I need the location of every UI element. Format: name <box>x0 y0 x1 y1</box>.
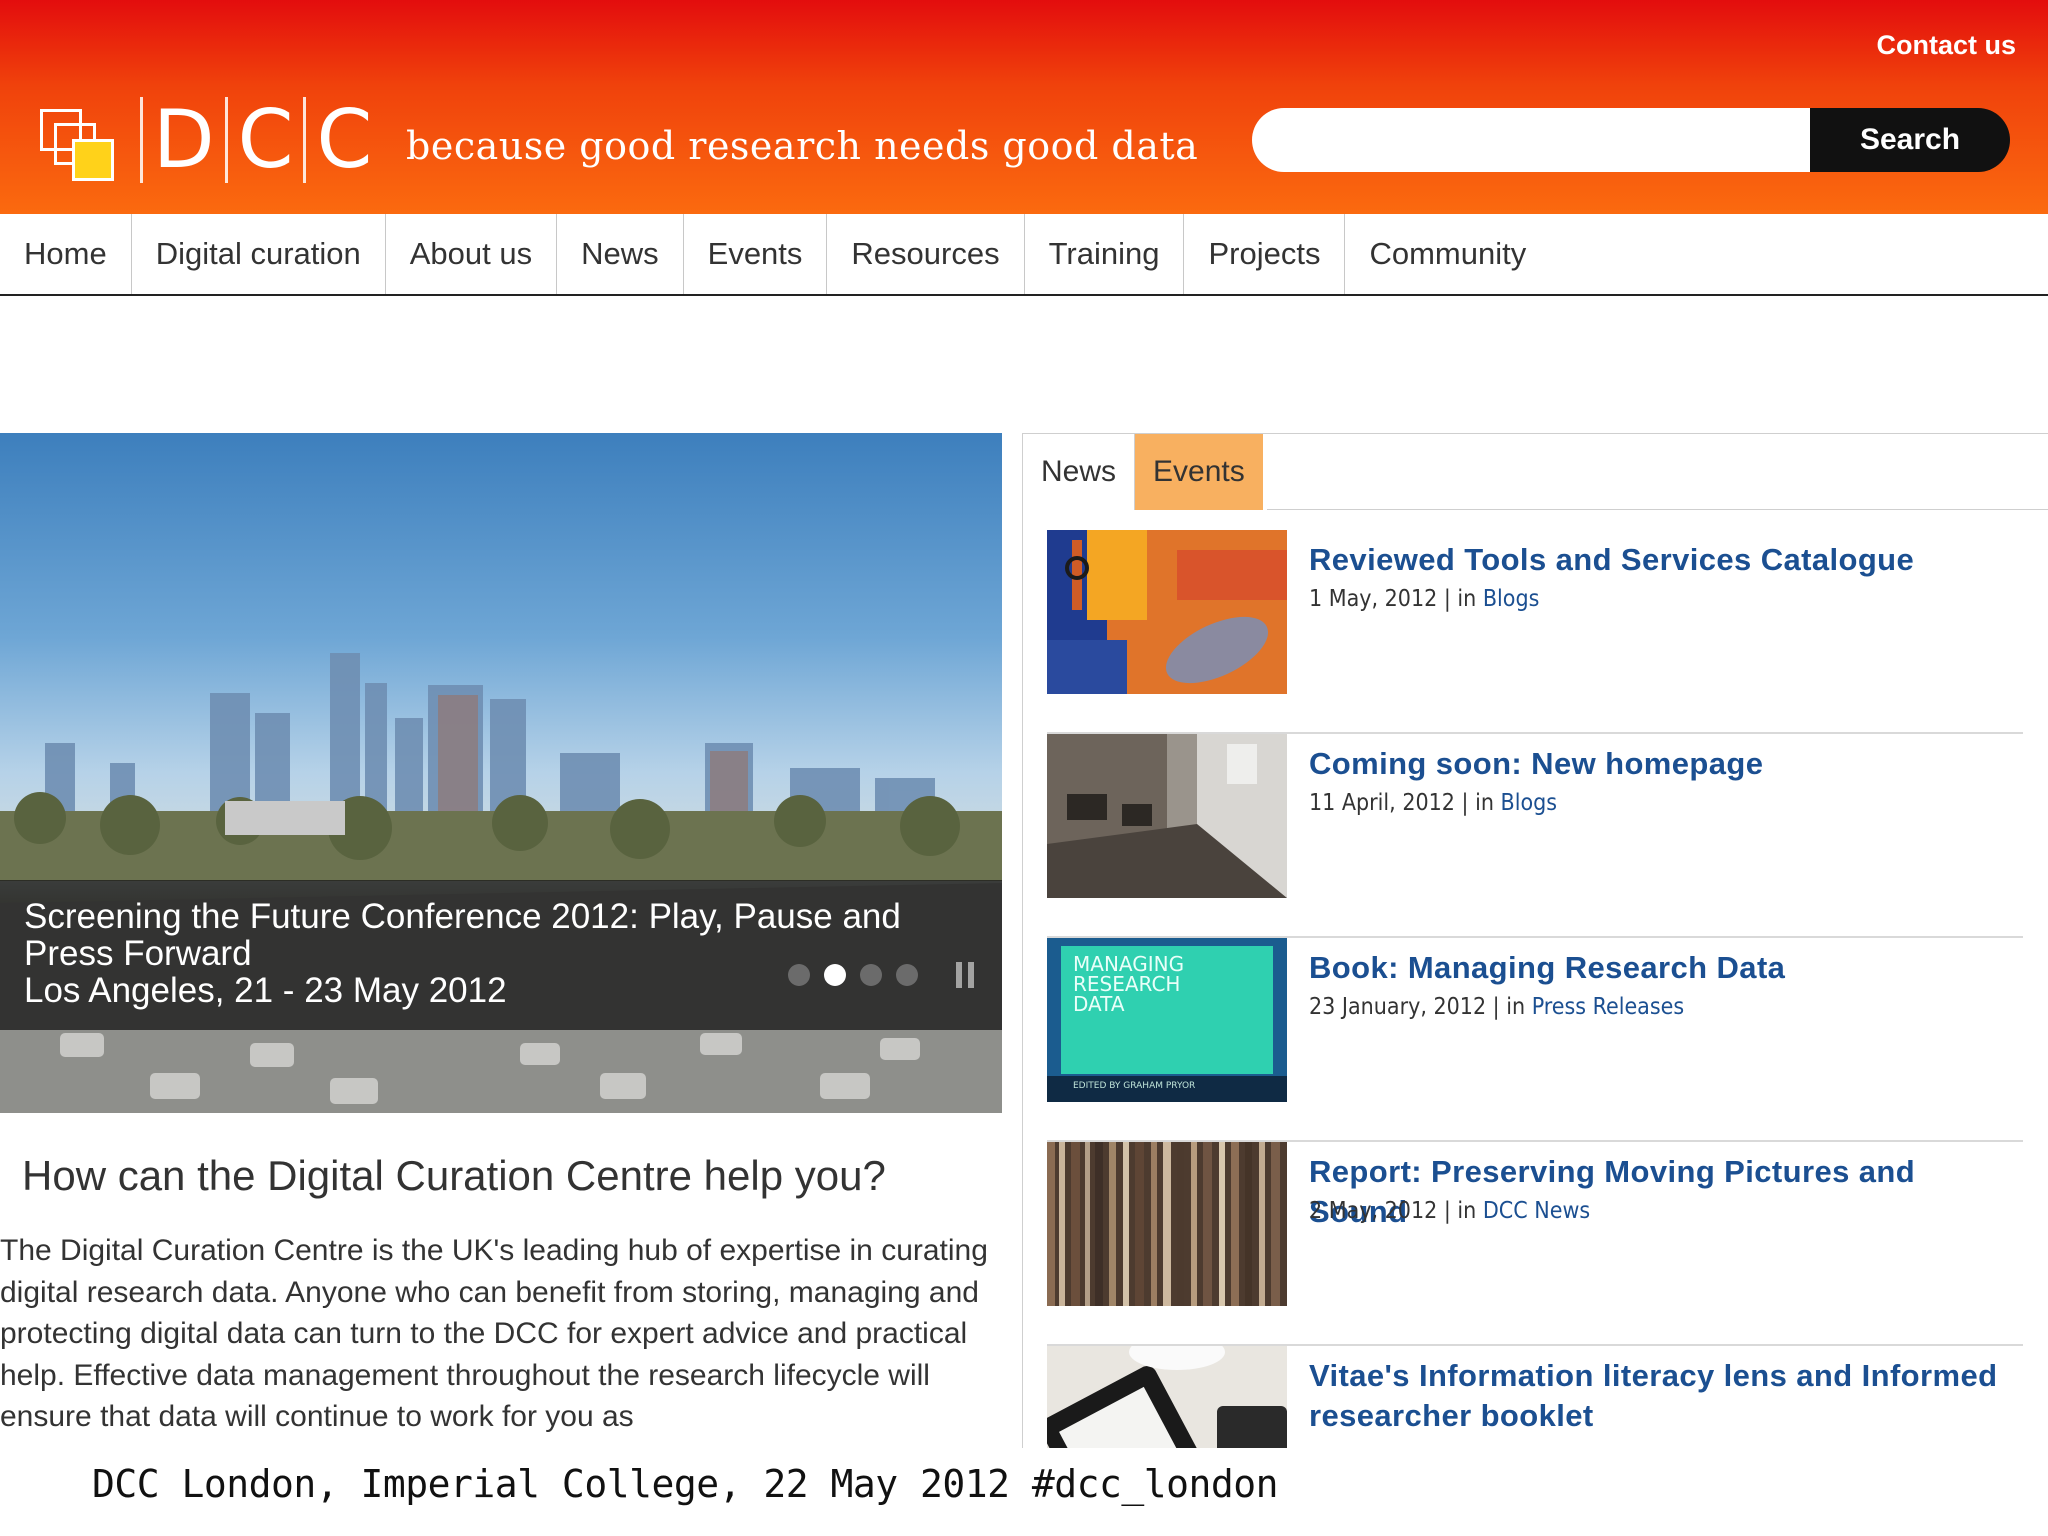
slide-dots <box>788 964 918 986</box>
news-item: MANAGING RESEARCH DATA EDITED BY GRAHAM … <box>1047 938 2023 1142</box>
pause-icon[interactable] <box>956 962 976 988</box>
hero-caption[interactable]: Screening the Future Conference 2012: Pl… <box>0 880 1002 1030</box>
news-item-category-link[interactable]: Press Releases <box>1532 994 1684 1020</box>
news-item-title[interactable]: Coming soon: New homepage <box>1309 744 2019 784</box>
search-input[interactable] <box>1252 108 1810 172</box>
logo-wordmark: D C C <box>130 97 372 183</box>
logo-letter-d: D <box>153 93 215 186</box>
nav-item-digital-curation[interactable]: Digital curation <box>132 214 386 294</box>
book-cover-image[interactable]: MANAGING RESEARCH DATA EDITED BY GRAHAM … <box>1047 938 1287 1102</box>
tab-events[interactable]: Events <box>1135 434 1263 510</box>
search-form: Search <box>1252 108 2010 172</box>
site-tagline: because good research needs good data <box>406 124 1199 168</box>
nav-item-about-us[interactable]: About us <box>386 214 558 294</box>
slide-dot[interactable] <box>860 964 882 986</box>
news-events-panel: News Events Reviewed Tools and Services … <box>1022 433 2048 1448</box>
main-nav: Home Digital curation About us News Even… <box>0 214 2048 296</box>
news-item-category-link[interactable]: Blogs <box>1501 790 1558 816</box>
news-item-date: 1 May, 2012 | in <box>1309 586 1477 612</box>
site-header: Contact us D C C because good research n… <box>0 0 2048 214</box>
tools-wrench-image[interactable] <box>1047 530 1287 694</box>
nav-item-news[interactable]: News <box>557 214 684 294</box>
hero-caption-title[interactable]: Screening the Future Conference 2012: Pl… <box>24 898 978 972</box>
construction-room-image[interactable] <box>1047 734 1287 898</box>
news-item-date: 2 May, 2012 | in <box>1309 1198 1477 1224</box>
intro-heading: How can the Digital Curation Centre help… <box>22 1152 886 1199</box>
nav-item-events[interactable]: Events <box>684 214 828 294</box>
slide-dot-active[interactable] <box>824 964 846 986</box>
news-item-meta: 11 April, 2012 | in Blogs <box>1309 790 1557 816</box>
news-item-category-link[interactable]: Blogs <box>1483 586 1540 612</box>
news-item: Report: Preserving Moving Pictures and S… <box>1047 1142 2023 1346</box>
book-cover-editor: EDITED BY GRAHAM PRYOR <box>1073 1081 1196 1091</box>
news-item-category-link[interactable]: DCC News <box>1483 1198 1590 1224</box>
intro-paragraph: The Digital Curation Centre is the UK's … <box>0 1234 988 1433</box>
contact-us-link[interactable]: Contact us <box>1876 30 2016 61</box>
book-cover-title: MANAGING RESEARCH DATA <box>1073 952 1185 1016</box>
film-reels-image[interactable] <box>1047 1142 1287 1306</box>
search-button[interactable]: Search <box>1810 108 2010 172</box>
hero-slideshow[interactable]: Screening the Future Conference 2012: Pl… <box>0 433 1002 1113</box>
panel-tabs: News Events <box>1023 434 1263 510</box>
nav-item-training[interactable]: Training <box>1025 214 1185 294</box>
news-list: Reviewed Tools and Services Catalogue 1 … <box>1047 530 2023 1448</box>
news-item: Coming soon: New homepage 11 April, 2012… <box>1047 734 2023 938</box>
news-item-date: 23 January, 2012 | in <box>1309 994 1526 1020</box>
slide-dot[interactable] <box>788 964 810 986</box>
news-item-title[interactable]: Book: Managing Research Data <box>1309 948 2019 988</box>
news-item-title[interactable]: Reviewed Tools and Services Catalogue <box>1309 540 2019 580</box>
slide-footer-caption: DCC London, Imperial College, 22 May 201… <box>92 1462 1279 1506</box>
news-item-meta: 23 January, 2012 | in Press Releases <box>1309 994 1684 1020</box>
news-item-title[interactable]: Vitae's Information literacy lens and In… <box>1309 1356 2019 1436</box>
news-item-meta: 1 May, 2012 | in Blogs <box>1309 586 1539 612</box>
news-item: Reviewed Tools and Services Catalogue 1 … <box>1047 530 2023 734</box>
slide-dot[interactable] <box>896 964 918 986</box>
tab-news[interactable]: News <box>1023 434 1136 510</box>
nav-item-community[interactable]: Community <box>1345 214 1550 294</box>
nav-item-projects[interactable]: Projects <box>1184 214 1346 294</box>
logo-letter-c2: C <box>316 93 373 186</box>
nav-item-resources[interactable]: Resources <box>827 214 1025 294</box>
tablet-desk-image[interactable] <box>1047 1346 1287 1448</box>
logo-letter-c1: C <box>237 93 294 186</box>
news-item-date: 11 April, 2012 | in <box>1309 790 1494 816</box>
dcc-logo[interactable]: D C C <box>36 96 372 184</box>
news-item: Vitae's Information literacy lens and In… <box>1047 1346 2023 1448</box>
nav-item-home[interactable]: Home <box>0 214 132 294</box>
logo-squares-icon <box>36 99 118 181</box>
news-item-meta: 2 May, 2012 | in DCC News <box>1309 1198 1590 1224</box>
